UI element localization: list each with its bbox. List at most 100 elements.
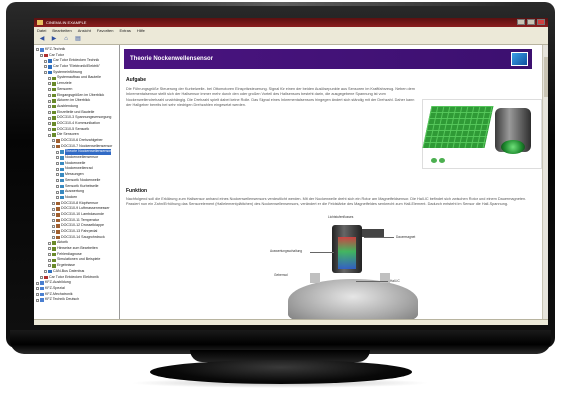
back-icon[interactable]: ◀ xyxy=(38,36,46,43)
status-bar xyxy=(34,319,548,325)
tree-expander-icon[interactable] xyxy=(48,99,51,103)
tree-expander-icon[interactable] xyxy=(48,122,51,126)
tree-expander-icon[interactable] xyxy=(40,54,43,58)
tree-expander-icon[interactable] xyxy=(48,133,51,137)
tree-expander-icon[interactable] xyxy=(56,184,59,188)
tv-glare xyxy=(40,2,520,6)
tree-expander-icon[interactable] xyxy=(52,201,55,205)
navigation-tree[interactable]: KFZ-Technik Car Tutor Car Tutor Entdecken … xyxy=(34,45,120,319)
tree-expander-icon[interactable] xyxy=(52,236,55,240)
tree-expander-icon[interactable] xyxy=(40,275,43,279)
tree-expander-icon[interactable] xyxy=(48,241,51,245)
window-titlebar[interactable]: CINEMA IN EXAMPLE xyxy=(34,18,548,27)
label-left: Auswertungsschaltung xyxy=(270,249,303,253)
forward-icon[interactable]: ▶ xyxy=(50,36,58,43)
tree-expander-icon[interactable] xyxy=(56,196,59,200)
tree-expander-icon[interactable] xyxy=(36,287,39,291)
tree-expander-icon[interactable] xyxy=(52,218,55,222)
tree-expander-icon[interactable] xyxy=(52,207,55,211)
menu-datei[interactable]: Datei xyxy=(37,27,46,34)
minimize-button[interactable] xyxy=(517,19,525,25)
tree-expander-icon[interactable] xyxy=(36,298,39,302)
tree-expander-icon[interactable] xyxy=(48,110,51,114)
tree-expander-icon[interactable] xyxy=(44,71,47,75)
folder-icon xyxy=(52,99,56,103)
home-icon[interactable]: ⌂ xyxy=(62,36,70,43)
folder-icon xyxy=(52,241,56,245)
close-button[interactable] xyxy=(537,19,545,25)
tree-expander-icon[interactable] xyxy=(52,139,55,143)
tree-expander-icon[interactable] xyxy=(48,76,51,80)
tree-expander-icon[interactable] xyxy=(56,162,59,166)
tree-expander-icon[interactable] xyxy=(52,224,55,228)
menu-ansicht[interactable]: Ansicht xyxy=(78,27,91,34)
tree-expander-icon[interactable] xyxy=(56,167,59,171)
tree-expander-icon[interactable] xyxy=(56,190,59,194)
scrollbar-thumb[interactable] xyxy=(544,57,548,97)
tree-expander-icon[interactable] xyxy=(48,258,51,262)
tree-expander-icon[interactable] xyxy=(48,82,51,86)
folder-icon xyxy=(48,59,52,63)
tree-expander-icon[interactable] xyxy=(48,116,51,120)
tree-expander-icon[interactable] xyxy=(48,105,51,109)
page-icon xyxy=(60,195,64,200)
tree-expander-icon[interactable] xyxy=(36,281,39,285)
menu-extras[interactable]: Extras xyxy=(120,27,131,34)
menu-hilfe[interactable]: Hilfe xyxy=(137,27,145,34)
folder-icon xyxy=(40,48,44,52)
tree-item[interactable]: KFZ Technik Deutsch xyxy=(34,297,119,303)
print-icon[interactable]: ▤ xyxy=(74,36,82,43)
tree-expander-icon[interactable] xyxy=(48,88,51,92)
folder-icon xyxy=(52,110,56,115)
tree-expander-icon[interactable] xyxy=(56,156,59,160)
tree-expander-icon[interactable] xyxy=(52,145,55,149)
tree-expander-icon[interactable] xyxy=(56,173,59,177)
toolbar: ◀ ▶ ⌂ ▤ xyxy=(34,34,548,45)
window-body: KFZ-Technik Car Tutor Car Tutor Entdecken … xyxy=(34,45,548,319)
tree-item-label: KFZ Technik Deutsch xyxy=(45,297,80,302)
tree-expander-icon[interactable] xyxy=(48,93,51,97)
tree-expander-icon[interactable] xyxy=(48,264,51,268)
folder-icon xyxy=(56,224,60,228)
callout-line xyxy=(310,252,334,253)
sensor-illustration xyxy=(422,99,542,169)
tree-expander-icon[interactable] xyxy=(52,213,55,217)
menu-bearbeiten[interactable]: Bearbeiten xyxy=(52,27,71,34)
tree-expander-icon[interactable] xyxy=(44,59,47,63)
tree-expander-icon[interactable] xyxy=(36,292,39,296)
magnetic-field-graphic xyxy=(338,237,356,269)
tree-expander-icon[interactable] xyxy=(48,127,51,131)
folder-icon xyxy=(44,53,48,58)
page-icon xyxy=(60,150,64,154)
gear-wheel-graphic xyxy=(288,279,418,319)
tree-expander-icon[interactable] xyxy=(52,230,55,234)
page-icon xyxy=(60,156,64,160)
tree-expander-icon[interactable] xyxy=(48,253,51,257)
tree-expander-icon[interactable] xyxy=(44,270,47,274)
heading-aufgabe: Aufgabe xyxy=(126,77,146,83)
indicator-dot xyxy=(431,158,437,163)
folder-icon xyxy=(52,122,56,126)
tree-expander-icon[interactable] xyxy=(48,247,51,251)
tv-stand-base xyxy=(150,360,412,384)
app-icon xyxy=(37,20,43,25)
folder-icon xyxy=(52,82,56,86)
callout-line xyxy=(356,281,388,282)
vertical-scrollbar[interactable] xyxy=(542,45,548,319)
folder-icon xyxy=(40,281,44,285)
tree-expander-icon[interactable] xyxy=(56,179,59,183)
tree-expander-icon[interactable] xyxy=(36,48,39,52)
folder-icon xyxy=(52,104,56,109)
tree-expander-icon[interactable] xyxy=(44,65,47,69)
folder-icon xyxy=(52,87,56,92)
label-top: Lichtstufenflusses xyxy=(328,215,354,219)
maximize-button[interactable] xyxy=(527,19,535,25)
heading-funktion: Funktion xyxy=(126,188,148,194)
paragraph-aufgabe: Die Führungsgröße Steuerung der Kurbelwe… xyxy=(126,87,415,108)
page-icon xyxy=(60,167,64,172)
folder-icon xyxy=(40,286,44,291)
tree-expander-icon[interactable] xyxy=(56,150,59,154)
menu-favoriten[interactable]: Favoriten xyxy=(97,27,114,34)
page-icon xyxy=(60,161,64,166)
grid-surface-graphic xyxy=(422,106,494,148)
